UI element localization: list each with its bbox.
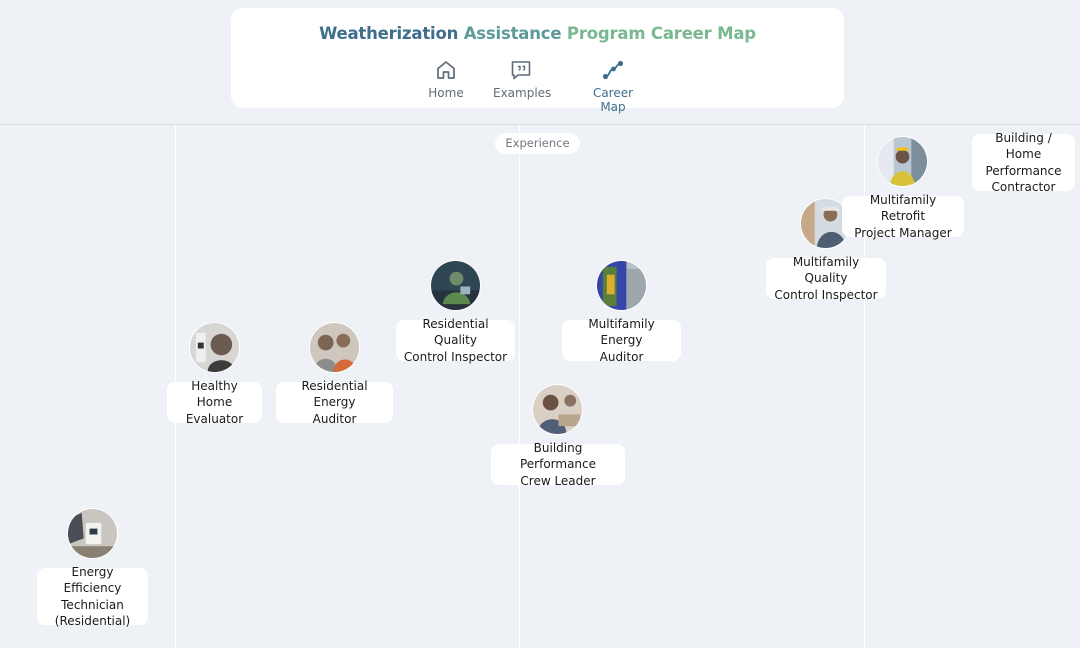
career-label: Building / Home Performance Contractor	[972, 131, 1075, 194]
evaluator-photo	[189, 322, 240, 373]
technician-photo	[67, 508, 118, 559]
page-title: Weatherization Assistance Program Career…	[231, 24, 844, 43]
career-label: Residential Energy Auditor	[276, 379, 393, 426]
career-label: Building Performance Crew Leader	[491, 441, 625, 488]
career-label: Multifamily Energy Auditor	[562, 317, 681, 364]
nav-examples[interactable]: Examples	[493, 58, 552, 100]
experience-axis-label: Experience	[495, 133, 580, 154]
title-part-3: Program Career Map	[566, 24, 756, 43]
header-card: Weatherization Assistance Program Career…	[231, 8, 844, 114]
career-label: Healthy Home Evaluator	[167, 379, 262, 426]
qc-inspector-photo	[430, 260, 481, 311]
header-divider	[0, 124, 1080, 125]
crew-leader-photo	[532, 384, 583, 435]
career-label: Energy Efficiency Technician (Residentia…	[37, 565, 148, 628]
mf-auditor-photo	[596, 260, 647, 311]
home-icon	[437, 61, 455, 79]
career-label: Multifamily Quality Control Inspector	[766, 255, 886, 302]
nav-home[interactable]: Home	[427, 58, 465, 100]
title-part-2: Assistance	[463, 24, 562, 43]
nav-career-map[interactable]: Career Map	[579, 58, 647, 114]
auditor-photo	[309, 322, 360, 373]
mf-pm-photo	[877, 136, 928, 187]
quote-bubble-icon	[511, 61, 531, 80]
career-label: Residential Quality Control Inspector	[396, 317, 515, 364]
nav-career-map-label: Career Map	[592, 86, 634, 114]
nav-home-label: Home	[428, 86, 464, 100]
grid-line	[519, 125, 520, 648]
career-label: Multifamily Retrofit Project Manager	[842, 193, 964, 240]
career-path-icon	[602, 60, 624, 80]
nav-examples-label: Examples	[493, 86, 552, 100]
title-part-1: Weatherization	[319, 24, 459, 43]
